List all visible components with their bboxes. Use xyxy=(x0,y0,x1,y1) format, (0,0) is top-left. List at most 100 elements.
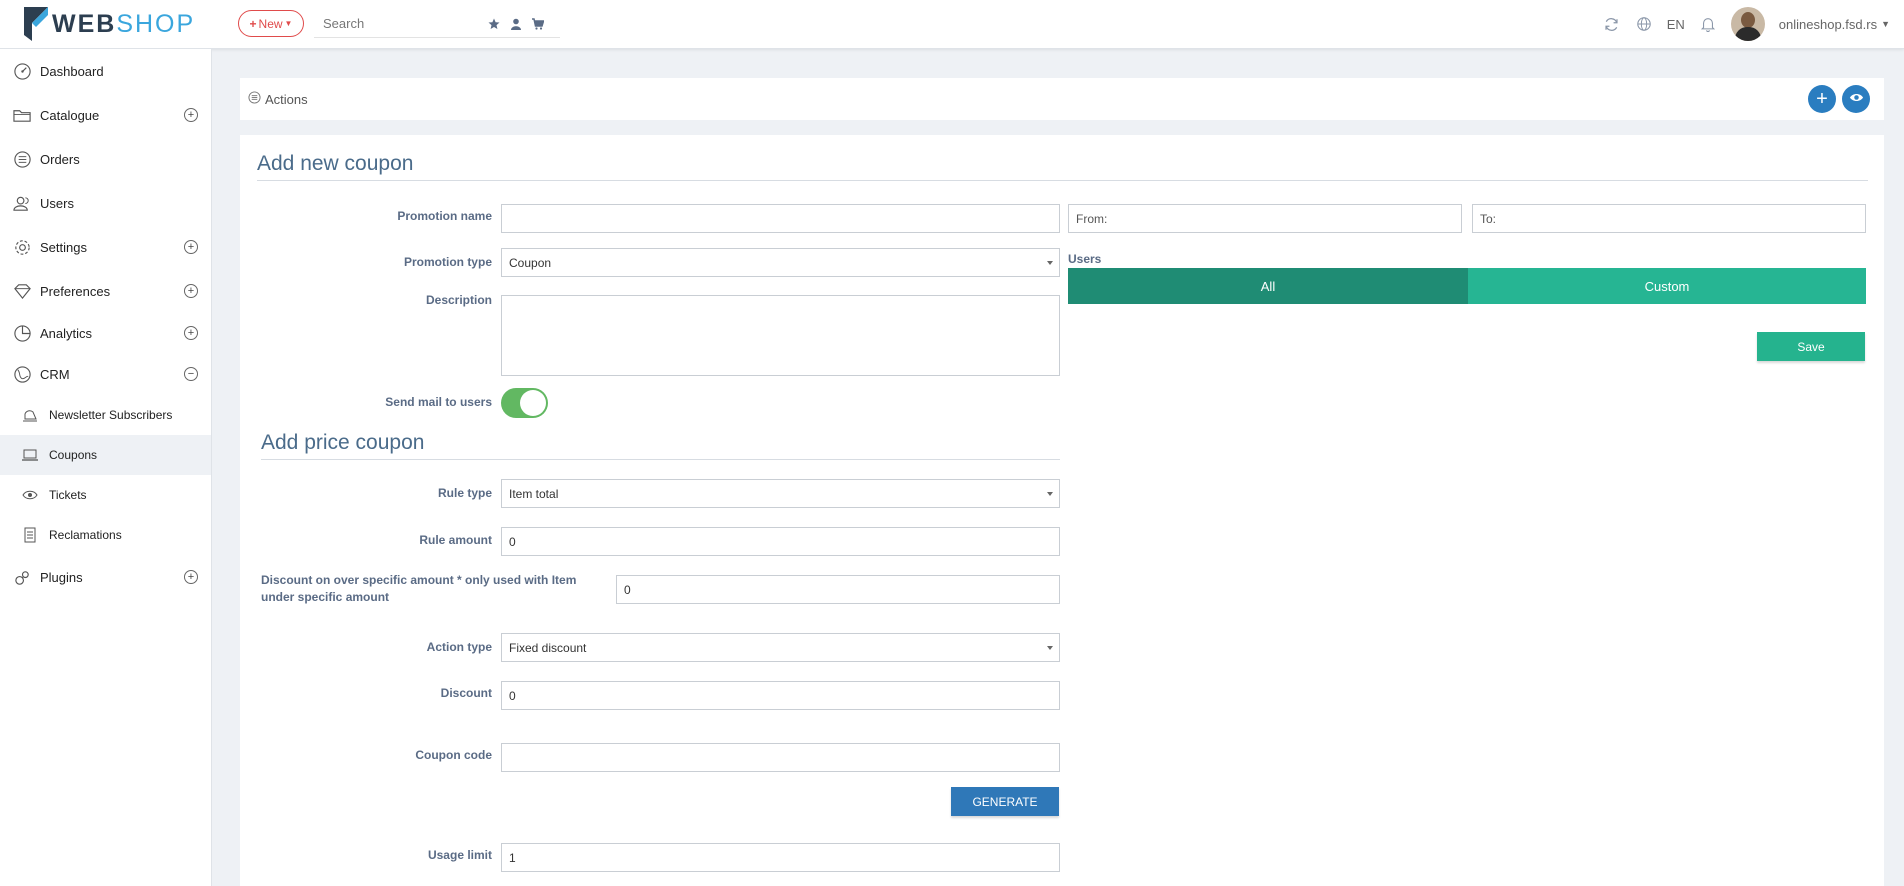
document-icon xyxy=(22,527,38,543)
user-icon[interactable] xyxy=(510,18,522,30)
sidebar-item-preferences[interactable]: Preferences + xyxy=(0,269,211,313)
sidebar-item-analytics[interactable]: Analytics + xyxy=(0,313,211,353)
refresh-icon[interactable] xyxy=(1603,15,1621,33)
actions-bar: Actions + xyxy=(240,78,1884,120)
sidebar-item-label: Orders xyxy=(40,151,80,167)
sidebar-subitem-label: Coupons xyxy=(49,448,98,462)
sidebar-item-users[interactable]: Users xyxy=(0,181,211,225)
expand-icon[interactable]: + xyxy=(184,326,198,340)
discount-field[interactable]: 0 xyxy=(501,681,1060,710)
expand-icon[interactable]: + xyxy=(184,108,198,122)
sidebar-item-label: CRM xyxy=(40,366,70,382)
sidebar-item-settings[interactable]: Settings + xyxy=(0,225,211,269)
sidebar: Dashboard Catalogue + Orders Users Setti… xyxy=(0,49,212,886)
new-button-label: New xyxy=(258,16,283,31)
coupon-code-label: Coupon code xyxy=(415,748,492,762)
actions-label: Actions xyxy=(265,91,308,107)
sidebar-item-label: Users xyxy=(40,195,74,211)
coupon-code-field[interactable] xyxy=(501,743,1060,772)
promotion-type-label: Promotion type xyxy=(403,255,492,269)
folder-icon xyxy=(12,105,32,125)
section-title: Add price coupon xyxy=(261,431,425,454)
sidebar-item-plugins[interactable]: Plugins + xyxy=(0,555,211,599)
sidebar-item-label: Preferences xyxy=(40,283,111,299)
date-to-field[interactable]: To: xyxy=(1472,204,1866,233)
site-selector[interactable]: onlineshop.fsd.rs ▼ xyxy=(1779,17,1890,32)
language-selector[interactable]: EN xyxy=(1667,17,1685,32)
discount-over-label: Discount on over specific amount * only … xyxy=(261,573,577,604)
webshop-logo[interactable]: WEB SHOP xyxy=(24,6,195,42)
search-bar xyxy=(314,10,560,38)
users-label: Users xyxy=(1068,252,1102,266)
sidebar-item-label: Plugins xyxy=(40,569,83,585)
coupon-form-card: Add new coupon Promotion name From: To: … xyxy=(240,135,1884,886)
search-input[interactable] xyxy=(314,16,484,31)
sidebar-item-label: Catalogue xyxy=(40,107,100,123)
rule-amount-label: Rule amount xyxy=(419,533,492,547)
page-title: Add new coupon xyxy=(257,152,414,175)
list-icon xyxy=(12,149,32,169)
description-textarea[interactable] xyxy=(501,295,1060,376)
eye-icon xyxy=(22,487,38,503)
collapse-icon[interactable]: − xyxy=(184,367,198,381)
top-right-tools: EN onlineshop.fsd.rs ▼ xyxy=(1603,6,1890,42)
rule-amount-field[interactable]: 0 xyxy=(501,527,1060,556)
users-all-tab[interactable]: All xyxy=(1068,268,1468,304)
logo-mark-icon xyxy=(24,7,48,41)
plug-icon xyxy=(12,567,32,587)
promotion-name-label: Promotion name xyxy=(397,209,492,223)
new-button[interactable]: + New ▼ xyxy=(238,10,304,37)
send-mail-label: Send mail to users xyxy=(385,395,492,409)
promotion-type-select[interactable]: Coupon xyxy=(501,248,1060,277)
description-label: Description xyxy=(425,293,492,307)
top-bar: WEBSHOP + New ▼ EN xyxy=(0,0,1904,49)
sidebar-subitem-tickets[interactable]: Tickets xyxy=(0,475,211,515)
actions-menu[interactable]: Actions xyxy=(248,91,308,107)
sidebar-item-label: Dashboard xyxy=(40,63,104,79)
section-divider xyxy=(261,459,1060,460)
action-type-label: Action type xyxy=(426,640,492,654)
title-divider xyxy=(257,180,1868,181)
sidebar-subitem-coupons[interactable]: Coupons xyxy=(0,435,211,475)
bell-icon[interactable] xyxy=(1699,15,1717,33)
date-from-field[interactable]: From: xyxy=(1068,204,1462,233)
toggle-knob xyxy=(520,390,546,416)
rule-type-label: Rule type xyxy=(437,486,492,500)
sidebar-item-orders[interactable]: Orders xyxy=(0,137,211,181)
expand-icon[interactable]: + xyxy=(184,240,198,254)
list-icon xyxy=(248,91,261,107)
rule-type-select[interactable]: Item total xyxy=(501,479,1060,508)
discount-over-field[interactable]: 0 xyxy=(616,575,1060,604)
sidebar-subitem-reclamations[interactable]: Reclamations xyxy=(0,515,211,555)
globe-icon[interactable] xyxy=(1635,15,1653,33)
usage-limit-label: Usage limit xyxy=(427,848,492,862)
expand-icon[interactable]: + xyxy=(184,284,198,298)
send-mail-toggle[interactable] xyxy=(501,388,548,418)
sidebar-subitem-label: Newsletter Subscribers xyxy=(49,408,173,422)
avatar[interactable] xyxy=(1730,7,1765,41)
sidebar-item-catalogue[interactable]: Catalogue + xyxy=(0,93,211,137)
expand-icon[interactable]: + xyxy=(184,570,198,584)
cart-icon[interactable] xyxy=(532,17,544,30)
sidebar-item-label: Analytics xyxy=(40,325,93,341)
eye-icon xyxy=(1849,90,1864,108)
preview-button[interactable] xyxy=(1842,85,1870,113)
action-type-select[interactable]: Fixed discount xyxy=(501,633,1060,662)
pie-chart-icon xyxy=(12,323,32,343)
generate-button[interactable]: GENERATE xyxy=(951,787,1059,816)
logo-text-shop: SHOP xyxy=(116,9,196,38)
chevron-down-icon: ▼ xyxy=(284,19,293,28)
sidebar-item-label: Settings xyxy=(40,239,87,255)
star-icon[interactable] xyxy=(488,18,500,30)
sidebar-item-crm[interactable]: CRM − xyxy=(0,353,211,395)
save-button[interactable]: Save xyxy=(1757,332,1865,361)
add-button[interactable]: + xyxy=(1808,85,1836,113)
promotion-name-field[interactable] xyxy=(501,204,1060,233)
globe-icon xyxy=(12,364,32,384)
sidebar-subitem-newsletter[interactable]: Newsletter Subscribers xyxy=(0,395,211,435)
usage-limit-field[interactable]: 1 xyxy=(501,843,1060,872)
plus-icon: + xyxy=(1816,88,1828,110)
sidebar-item-dashboard[interactable]: Dashboard xyxy=(0,49,211,93)
users-custom-tab[interactable]: Custom xyxy=(1468,268,1866,304)
bell-icon xyxy=(22,407,38,423)
